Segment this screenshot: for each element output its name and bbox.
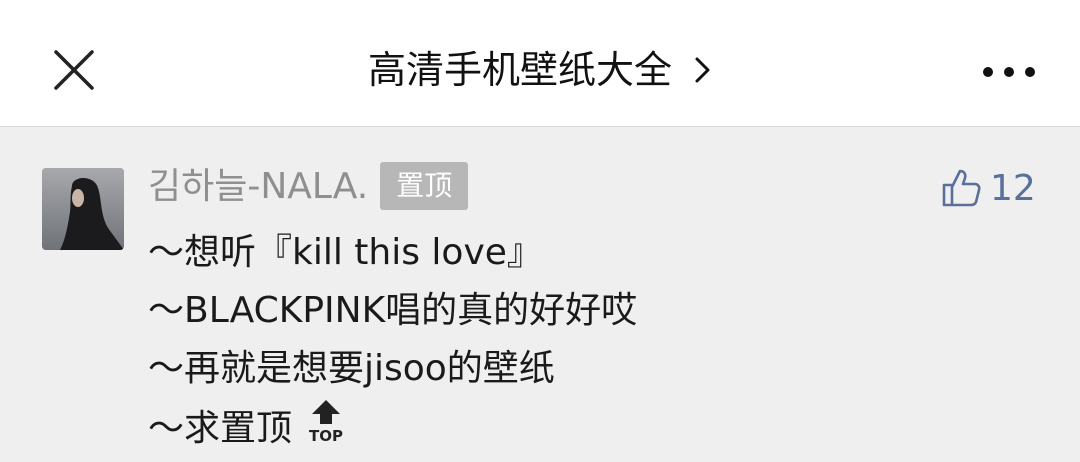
top-bar: 高清手机壁纸大全 <box>0 0 1080 127</box>
top-icon-label: TOP <box>309 427 343 444</box>
more-button[interactable] <box>980 60 1040 84</box>
avatar[interactable] <box>42 168 124 250</box>
like-count: 12 <box>990 167 1036 209</box>
comment-author[interactable]: 김하늘-NALA. 置顶 <box>148 162 469 210</box>
comment-line: ～BLACKPINK唱的真的好好哎 <box>148 290 638 331</box>
comment-item: 김하늘-NALA. 置顶 12 ～想听『kill this love』 ～BLAC… <box>0 128 1080 462</box>
comment-line: ～再就是想要jisoo的壁纸 <box>148 348 555 389</box>
page-title: 高清手机壁纸大全 <box>367 48 672 92</box>
account-title-link[interactable]: 高清手机壁纸大全 <box>0 42 1080 101</box>
top-arrow-icon: TOP <box>306 398 346 462</box>
comment-line-text: ～求置顶 <box>148 408 293 449</box>
more-horizontal-icon[interactable] <box>980 60 1040 84</box>
like-button[interactable]: 12 <box>940 164 1036 212</box>
pinned-badge: 置顶 <box>380 162 469 210</box>
comment-line: ～想听『kill this love』 <box>148 232 543 273</box>
chevron-right-icon <box>692 45 712 101</box>
comment-line: ～求置顶 TOP <box>148 398 637 456</box>
thumbs-up-icon <box>942 169 981 207</box>
comment-body: ～想听『kill this love』 ～BLACKPINK唱的真的好好哎 ～再… <box>148 224 637 456</box>
author-name: 김하늘-NALA. <box>148 166 369 207</box>
